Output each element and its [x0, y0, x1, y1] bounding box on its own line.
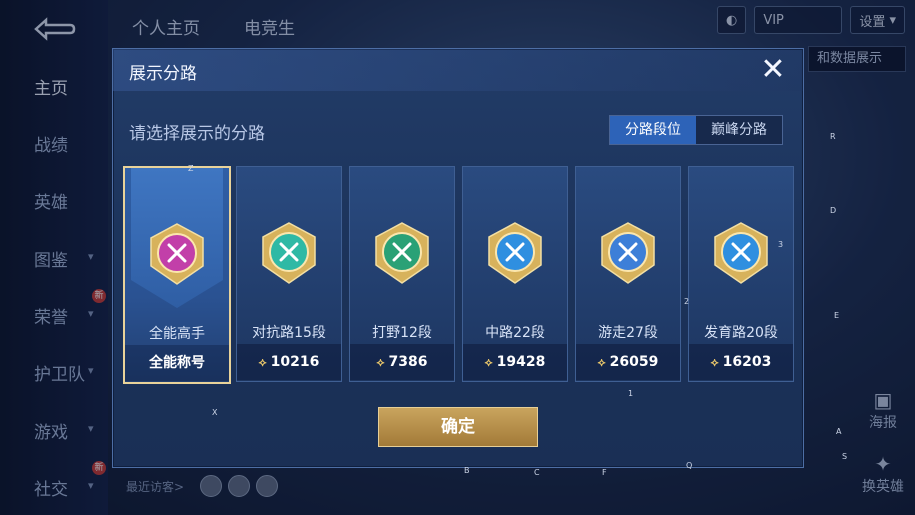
tab-peak-lane[interactable]: 巅峰分路	[696, 116, 782, 144]
lane-score: ⟡ 16203	[689, 344, 793, 380]
marker-label: C	[534, 468, 540, 477]
lane-emblem-icon	[262, 222, 316, 284]
lane-card[interactable]: 全能高手 全能称号	[123, 166, 231, 384]
lane-showcase-dialog: 展示分路 ✕ 请选择展示的分路 分路段位 巅峰分路 全能高手 全能称号 对抗路15段…	[112, 48, 804, 468]
lane-emblem-icon	[714, 222, 768, 284]
lane-score: ⟡ 7386	[350, 344, 454, 380]
rank-points-icon: ⟡	[258, 355, 267, 369]
lane-score-value: 10216	[270, 354, 320, 370]
marker-label: X	[212, 408, 218, 417]
lane-score-value: 7386	[388, 354, 428, 370]
lane-score-value: 16203	[722, 354, 772, 370]
lane-name: 打野12段	[372, 325, 432, 341]
lane-card[interactable]: 中路22段 ⟡ 19428	[462, 166, 568, 382]
marker-label: R	[830, 132, 836, 141]
lane-score-value: 19428	[496, 354, 546, 370]
rank-points-icon: ⟡	[376, 355, 385, 369]
lane-emblem-icon	[601, 222, 655, 284]
marker-label: B	[464, 466, 470, 475]
marker-label: F	[602, 468, 607, 477]
marker-label: Q	[686, 461, 693, 470]
marker-label: S	[842, 452, 848, 461]
lane-score: ⟡ 26059	[576, 344, 680, 380]
lane-card[interactable]: 对抗路15段 ⟡ 10216	[236, 166, 342, 382]
marker-label: D	[830, 206, 837, 215]
lane-mode-toggle: 分路段位 巅峰分路	[609, 115, 783, 145]
lane-emblem-icon	[488, 222, 542, 284]
lane-emblem-icon	[150, 223, 204, 285]
lane-card[interactable]: 发育路20段 ⟡ 16203	[688, 166, 794, 382]
lane-name: 中路22段	[485, 325, 545, 341]
marker-label: E	[834, 311, 840, 320]
lane-name: 对抗路15段	[252, 325, 326, 341]
marker-label: Z	[188, 164, 194, 173]
marker-label: A	[836, 427, 842, 436]
marker-label: 3	[778, 240, 784, 249]
dialog-title: 展示分路	[129, 64, 197, 84]
marker-label: 2	[684, 297, 690, 306]
lane-score-value: 全能称号	[149, 355, 205, 371]
lane-score: ⟡ 10216	[237, 344, 341, 380]
lane-name: 全能高手	[149, 326, 205, 342]
lane-name: 发育路20段	[704, 325, 778, 341]
tab-lane-rank[interactable]: 分路段位	[610, 116, 696, 144]
lane-emblem-icon	[375, 222, 429, 284]
lane-score: ⟡ 19428	[463, 344, 567, 380]
confirm-button[interactable]: 确定	[378, 407, 538, 447]
dialog-title-bar	[113, 49, 803, 91]
lane-card[interactable]: 打野12段 ⟡ 7386	[349, 166, 455, 382]
dialog-subtitle: 请选择展示的分路	[129, 124, 265, 144]
rank-points-icon: ⟡	[597, 355, 606, 369]
lane-score-value: 26059	[609, 354, 659, 370]
rank-points-icon: ⟡	[710, 355, 719, 369]
marker-label: 1	[628, 389, 634, 398]
lane-name: 游走27段	[598, 325, 658, 341]
lane-card[interactable]: 游走27段 ⟡ 26059	[575, 166, 681, 382]
close-icon[interactable]: ✕	[757, 55, 789, 87]
lane-score: 全能称号	[125, 345, 229, 381]
rank-points-icon: ⟡	[484, 355, 493, 369]
